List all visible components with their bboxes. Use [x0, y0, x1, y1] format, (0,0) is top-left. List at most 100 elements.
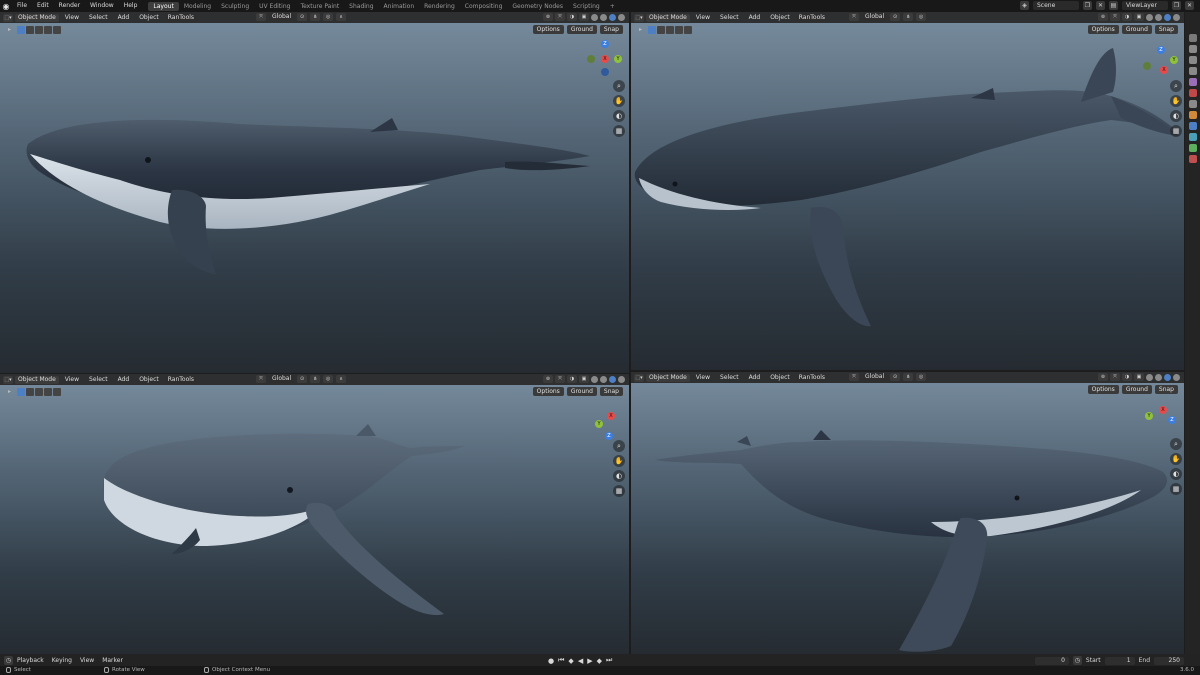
menu-keying[interactable]: Keying: [48, 657, 76, 664]
tab-rendering[interactable]: Rendering: [419, 2, 460, 11]
viewport-top-left[interactable]: ⬚▾ Object Mode View Select Add Object Ra…: [0, 12, 629, 373]
gizmo-x-axis[interactable]: X: [1160, 66, 1168, 74]
tab-sculpting[interactable]: Sculpting: [216, 2, 254, 11]
add-workspace-button[interactable]: +: [605, 2, 620, 11]
gizmo-y-axis[interactable]: Y: [595, 420, 603, 428]
gizmo-y-axis[interactable]: Y: [614, 55, 622, 63]
scene-field[interactable]: Scene: [1033, 1, 1079, 10]
menu-marker[interactable]: Marker: [98, 657, 127, 664]
zoom-icon[interactable]: ⌕: [1170, 80, 1182, 92]
tab-scripting[interactable]: Scripting: [568, 2, 605, 11]
scene-properties-icon[interactable]: [1188, 78, 1197, 86]
new-scene-icon[interactable]: ❐: [1083, 1, 1092, 10]
next-keyframe-icon[interactable]: ◆: [597, 657, 602, 665]
view-layer-icon[interactable]: ▤: [1109, 1, 1118, 10]
viewport-bottom-right[interactable]: ⬚▾ Object Mode View Select Add Object Ra…: [631, 372, 1184, 654]
scene-icon[interactable]: ◈: [1020, 1, 1029, 10]
menu-help[interactable]: Help: [119, 0, 143, 12]
gizmo-y-axis[interactable]: Y: [1170, 56, 1178, 64]
camera-view-icon[interactable]: ◐: [613, 110, 625, 122]
gizmo-z-axis[interactable]: Z: [601, 40, 609, 48]
timeline-editor-icon[interactable]: ◷: [4, 655, 13, 665]
navigation-gizmo[interactable]: X Y Z: [1139, 402, 1179, 442]
clock-icon[interactable]: ◷: [1072, 656, 1082, 665]
gizmo-x-axis[interactable]: X: [607, 412, 615, 420]
gizmo-z-axis[interactable]: Z: [605, 432, 613, 440]
play-icon[interactable]: ▶: [587, 657, 592, 665]
render-properties-icon[interactable]: [1188, 45, 1197, 53]
play-reverse-icon[interactable]: ◀: [578, 657, 583, 665]
tab-layout[interactable]: Layout: [148, 1, 179, 11]
gizmo-y-axis[interactable]: Y: [1145, 412, 1153, 420]
jump-end-icon[interactable]: ⏭: [606, 656, 612, 665]
viewport-top-right[interactable]: ⬚▾ Object Mode View Select Add Object Ra…: [631, 12, 1184, 370]
camera-view-icon[interactable]: ◐: [1170, 468, 1182, 480]
tab-compositing[interactable]: Compositing: [460, 2, 508, 11]
humpback-whale-model[interactable]: [631, 372, 1184, 654]
end-frame-field[interactable]: 250: [1154, 656, 1184, 665]
version-label: 3.6.0: [1180, 667, 1194, 673]
menu-render[interactable]: Render: [54, 0, 85, 12]
pan-hand-icon[interactable]: ✋: [613, 95, 625, 107]
humpback-whale-model[interactable]: [631, 12, 1184, 370]
ortho-grid-icon[interactable]: ▦: [613, 485, 625, 497]
navigation-gizmo[interactable]: Z Y X: [1141, 44, 1181, 84]
new-view-layer-icon[interactable]: ❐: [1172, 1, 1181, 10]
menu-edit[interactable]: Edit: [32, 0, 54, 12]
tab-animation[interactable]: Animation: [379, 2, 420, 11]
blender-logo-icon[interactable]: ◉: [0, 0, 12, 12]
ortho-grid-icon[interactable]: ▦: [1170, 483, 1182, 495]
current-frame-field[interactable]: 0: [1034, 656, 1069, 665]
status-select-label: Select: [14, 667, 31, 673]
tab-shading[interactable]: Shading: [344, 2, 378, 11]
gizmo-x-axis[interactable]: X: [601, 55, 609, 63]
zoom-icon[interactable]: ⌕: [613, 80, 625, 92]
collection-properties-icon[interactable]: [1188, 100, 1197, 108]
gizmo-z-axis[interactable]: Z: [1157, 46, 1165, 54]
gizmo-z-axis[interactable]: Z: [1168, 416, 1176, 424]
pan-hand-icon[interactable]: ✋: [613, 455, 625, 467]
status-context-label: Object Context Menu: [212, 667, 271, 673]
camera-view-icon[interactable]: ◐: [613, 470, 625, 482]
particles-properties-icon[interactable]: [1188, 133, 1197, 141]
material-properties-icon[interactable]: [1188, 155, 1197, 163]
pan-hand-icon[interactable]: ✋: [1170, 453, 1182, 465]
camera-view-icon[interactable]: ◐: [1170, 110, 1182, 122]
gizmo-neg-y-axis[interactable]: [1143, 62, 1151, 70]
humpback-whale-model[interactable]: [0, 374, 629, 654]
tab-texture-paint[interactable]: Texture Paint: [295, 2, 344, 11]
pan-hand-icon[interactable]: ✋: [1170, 95, 1182, 107]
menu-timeline-view[interactable]: View: [76, 657, 98, 664]
view-layer-properties-icon[interactable]: [1188, 67, 1197, 75]
frame-range: 0 ◷ Start 1 End 250: [1034, 656, 1184, 665]
menu-playback[interactable]: Playback: [13, 657, 48, 664]
ortho-grid-icon[interactable]: ▦: [613, 125, 625, 137]
delete-scene-icon[interactable]: ✕: [1096, 1, 1105, 10]
menu-file[interactable]: File: [12, 0, 32, 12]
ortho-grid-icon[interactable]: ▦: [1170, 125, 1182, 137]
tab-modeling[interactable]: Modeling: [179, 2, 216, 11]
navigation-gizmo[interactable]: Z Y X: [585, 38, 625, 78]
menu-window[interactable]: Window: [85, 0, 119, 12]
humpback-whale-model[interactable]: [0, 12, 629, 373]
tab-uv-editing[interactable]: UV Editing: [254, 2, 295, 11]
record-icon[interactable]: ●: [548, 657, 554, 665]
tab-geometry-nodes[interactable]: Geometry Nodes: [507, 2, 568, 11]
start-frame-field[interactable]: 1: [1104, 656, 1135, 665]
zoom-icon[interactable]: ⌕: [1170, 438, 1182, 450]
gizmo-x-axis[interactable]: X: [1159, 406, 1167, 414]
viewport-bottom-left[interactable]: ⬚▾ Object Mode View Select Add Object Ra…: [0, 374, 629, 654]
object-properties-icon[interactable]: [1188, 111, 1197, 119]
prev-keyframe-icon[interactable]: ◆: [568, 657, 573, 665]
delete-view-layer-icon[interactable]: ✕: [1185, 1, 1194, 10]
gizmo-neg-y-axis[interactable]: [587, 55, 595, 63]
output-properties-icon[interactable]: [1188, 56, 1197, 64]
physics-properties-icon[interactable]: [1188, 144, 1197, 152]
gizmo-neg-z-axis[interactable]: [601, 68, 609, 76]
world-properties-icon[interactable]: [1188, 89, 1197, 97]
modifier-properties-icon[interactable]: [1188, 122, 1197, 130]
zoom-icon[interactable]: ⌕: [613, 440, 625, 452]
tool-properties-icon[interactable]: [1188, 34, 1197, 42]
jump-start-icon[interactable]: ⏮: [558, 656, 564, 665]
view-layer-field[interactable]: ViewLayer: [1122, 1, 1168, 10]
